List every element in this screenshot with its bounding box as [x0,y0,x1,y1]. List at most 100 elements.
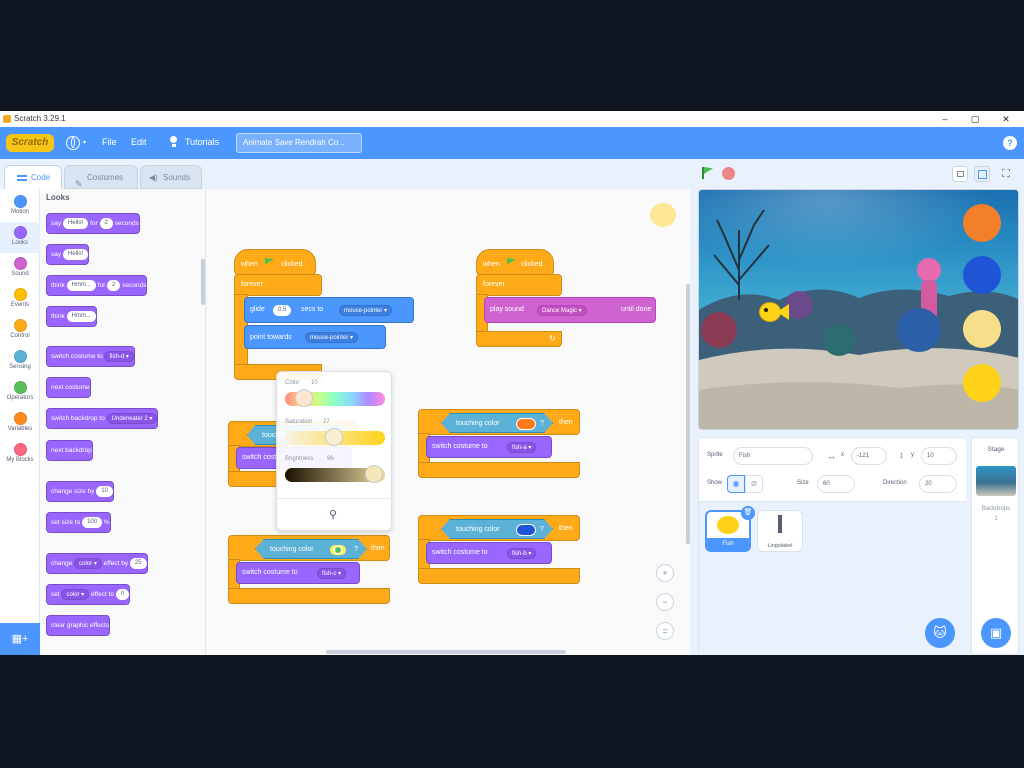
tab-code[interactable]: Code [4,165,62,189]
color-slider[interactable] [285,389,385,407]
play-sound-block[interactable]: play sound Dance Magic ▾ until done [484,297,656,323]
say-for-block[interactable]: say Hello! for 2 seconds [46,213,140,234]
zoom-reset-button[interactable]: = [656,622,674,640]
point-towards-block[interactable]: point towards mouse-pointer ▾ [244,325,386,349]
eyedropper-icon[interactable]: ⚲ [329,508,337,521]
script-green-flag-sound[interactable]: when clicked forever play sound Dance Ma… [476,249,656,354]
category-sound[interactable]: Sound [0,253,40,284]
glide-block[interactable]: glide 0.5 secs to mouse-pointer ▾ [244,297,414,323]
category-looks[interactable]: Looks [0,222,40,253]
stop-button[interactable] [722,167,735,180]
think-block[interactable]: think Hmm... [46,306,97,327]
saturation-slider-handle[interactable] [325,428,343,446]
category-variables[interactable]: Variables [0,408,40,439]
close-button[interactable]: ✕ [998,111,1014,127]
add-backdrop-button[interactable]: ▣ [981,618,1011,648]
if-block[interactable]: touching color ? then [418,515,580,541]
when-flag-clicked-block[interactable]: when clicked [476,249,554,275]
menu-tutorials[interactable]: Tutorials [185,137,219,147]
extension-button[interactable]: ▦+ [0,623,40,655]
size-input[interactable]: 60 [817,475,855,493]
sprite-thumb-fish[interactable]: Fish 🗑 [705,506,755,552]
add-sprite-button[interactable]: 🐱 [925,618,955,648]
switch-costume-block[interactable]: switch costume to fish-a ▾ [426,436,552,458]
category-sensing[interactable]: Sensing [0,346,40,377]
forever-block[interactable]: forever [476,274,562,296]
next-backdrop-block[interactable]: next backdrop [46,440,93,461]
stage-canvas[interactable] [698,189,1019,430]
say-block[interactable]: say Hello! [46,244,90,265]
switch-backdrop-block[interactable]: switch backdrop to Underwater 2 ▾ [46,408,159,429]
large-stage-button[interactable] [974,166,990,182]
color-swatch-orange[interactable] [516,418,536,430]
switch-costume-block[interactable]: switch costume to fish-d ▾ [46,346,135,367]
saturation-slider[interactable] [285,428,385,446]
small-stage-button[interactable] [952,166,968,182]
script-touching-blue[interactable]: touching color ? then switch costume to … [418,515,580,587]
category-motion[interactable]: Motion [0,191,40,222]
help-icon[interactable]: ? [1003,136,1017,150]
color-swatch-blue[interactable] [516,524,536,536]
workspace-horizontal-scrollbar[interactable] [326,650,566,654]
direction-input[interactable]: 20 [919,475,957,493]
workspace-vertical-scrollbar[interactable] [686,284,690,544]
if-block[interactable]: touching color ? then [228,535,390,561]
globe-icon[interactable] [66,136,80,150]
stage-color-circle-4[interactable] [963,364,1001,402]
x-input[interactable]: -121 [851,447,887,465]
stage-color-circle-2[interactable] [963,256,1001,294]
think-for-block[interactable]: think Hmm... for 2 seconds [46,275,148,296]
tab-sounds[interactable]: ◀) Sounds [140,165,202,189]
set-size-block[interactable]: set size to 100 % [46,512,111,533]
show-hidden-button[interactable]: ⊘ [745,475,763,493]
switch-costume-block[interactable]: switch costume to fish-b ▾ [426,542,552,564]
forever-block[interactable]: forever [234,274,322,296]
next-costume-block[interactable]: next costume [46,377,91,398]
category-operators[interactable]: Operators [0,377,40,408]
sprite-thumb-lingolabel[interactable]: Lingolabel [757,510,803,552]
scratch-logo[interactable]: Scratch [6,134,54,152]
script-touching-picking[interactable]: touching color ? then switch costume to … [228,535,390,607]
stage-color-circle-3[interactable] [963,310,1001,348]
touching-color-block[interactable]: touching color ? [255,539,367,559]
show-visible-button[interactable]: ◉ [727,475,745,493]
touching-color-block[interactable]: touching color ? [441,413,553,433]
script-green-flag-glide[interactable]: when clicked forever glide 0.5 secs to m… [234,249,414,384]
menu-edit[interactable]: Edit [131,137,147,147]
script-workspace[interactable]: when clicked forever glide 0.5 secs to m… [206,189,690,655]
minimize-button[interactable]: – [937,111,953,127]
stage-color-circle-1[interactable] [963,204,1001,242]
palette-scrollbar[interactable] [201,259,205,305]
when-flag-clicked-block[interactable]: when clicked [234,249,316,275]
sprite-name-input[interactable]: Fish [733,447,813,465]
zoom-in-button[interactable]: + [656,564,674,582]
set-effect-block[interactable]: set color ▾ effect to 0 [46,584,131,605]
category-myblocks[interactable]: My Blocks [0,439,40,470]
change-size-block[interactable]: change size by 10 [46,481,114,502]
backdrop-thumbnail[interactable] [976,466,1016,496]
color-slider-handle[interactable] [295,389,313,407]
category-events[interactable]: Events [0,284,40,315]
zoom-out-button[interactable]: − [656,593,674,611]
fish-sprite[interactable] [759,298,789,324]
brightness-slider-handle[interactable] [365,465,383,483]
project-title-input[interactable]: Animate Save Rendrah Co... [236,133,362,153]
fullscreen-icon[interactable]: ⛶ [998,166,1014,182]
if-block[interactable]: touching color ? then [418,409,580,435]
script-touching-orange[interactable]: touching color ? then switch costume to … [418,409,580,481]
brightness-slider[interactable] [285,465,385,483]
trash-icon[interactable]: 🗑 [741,506,755,520]
color-swatch-picking[interactable] [328,543,348,557]
change-effect-block[interactable]: change color ▾ effect by 25 [46,553,148,574]
y-input[interactable]: 10 [921,447,957,465]
green-flag-button[interactable] [702,167,713,179]
stage-selector[interactable]: Stage Backdrops 1 ▣ [971,437,1019,655]
maximize-button[interactable]: ▢ [967,111,983,127]
menu-file[interactable]: File [102,137,117,147]
category-control[interactable]: Control [0,315,40,346]
clear-effects-block[interactable]: clear graphic effects [46,615,111,636]
tab-costumes[interactable]: ✎ Costumes [64,165,138,189]
block-palette: Looks say Hello! for 2 seconds say Hello… [40,189,206,655]
touching-color-block[interactable]: touching color ? [441,519,553,539]
switch-costume-block[interactable]: switch costume to fish-c ▾ [236,562,360,584]
